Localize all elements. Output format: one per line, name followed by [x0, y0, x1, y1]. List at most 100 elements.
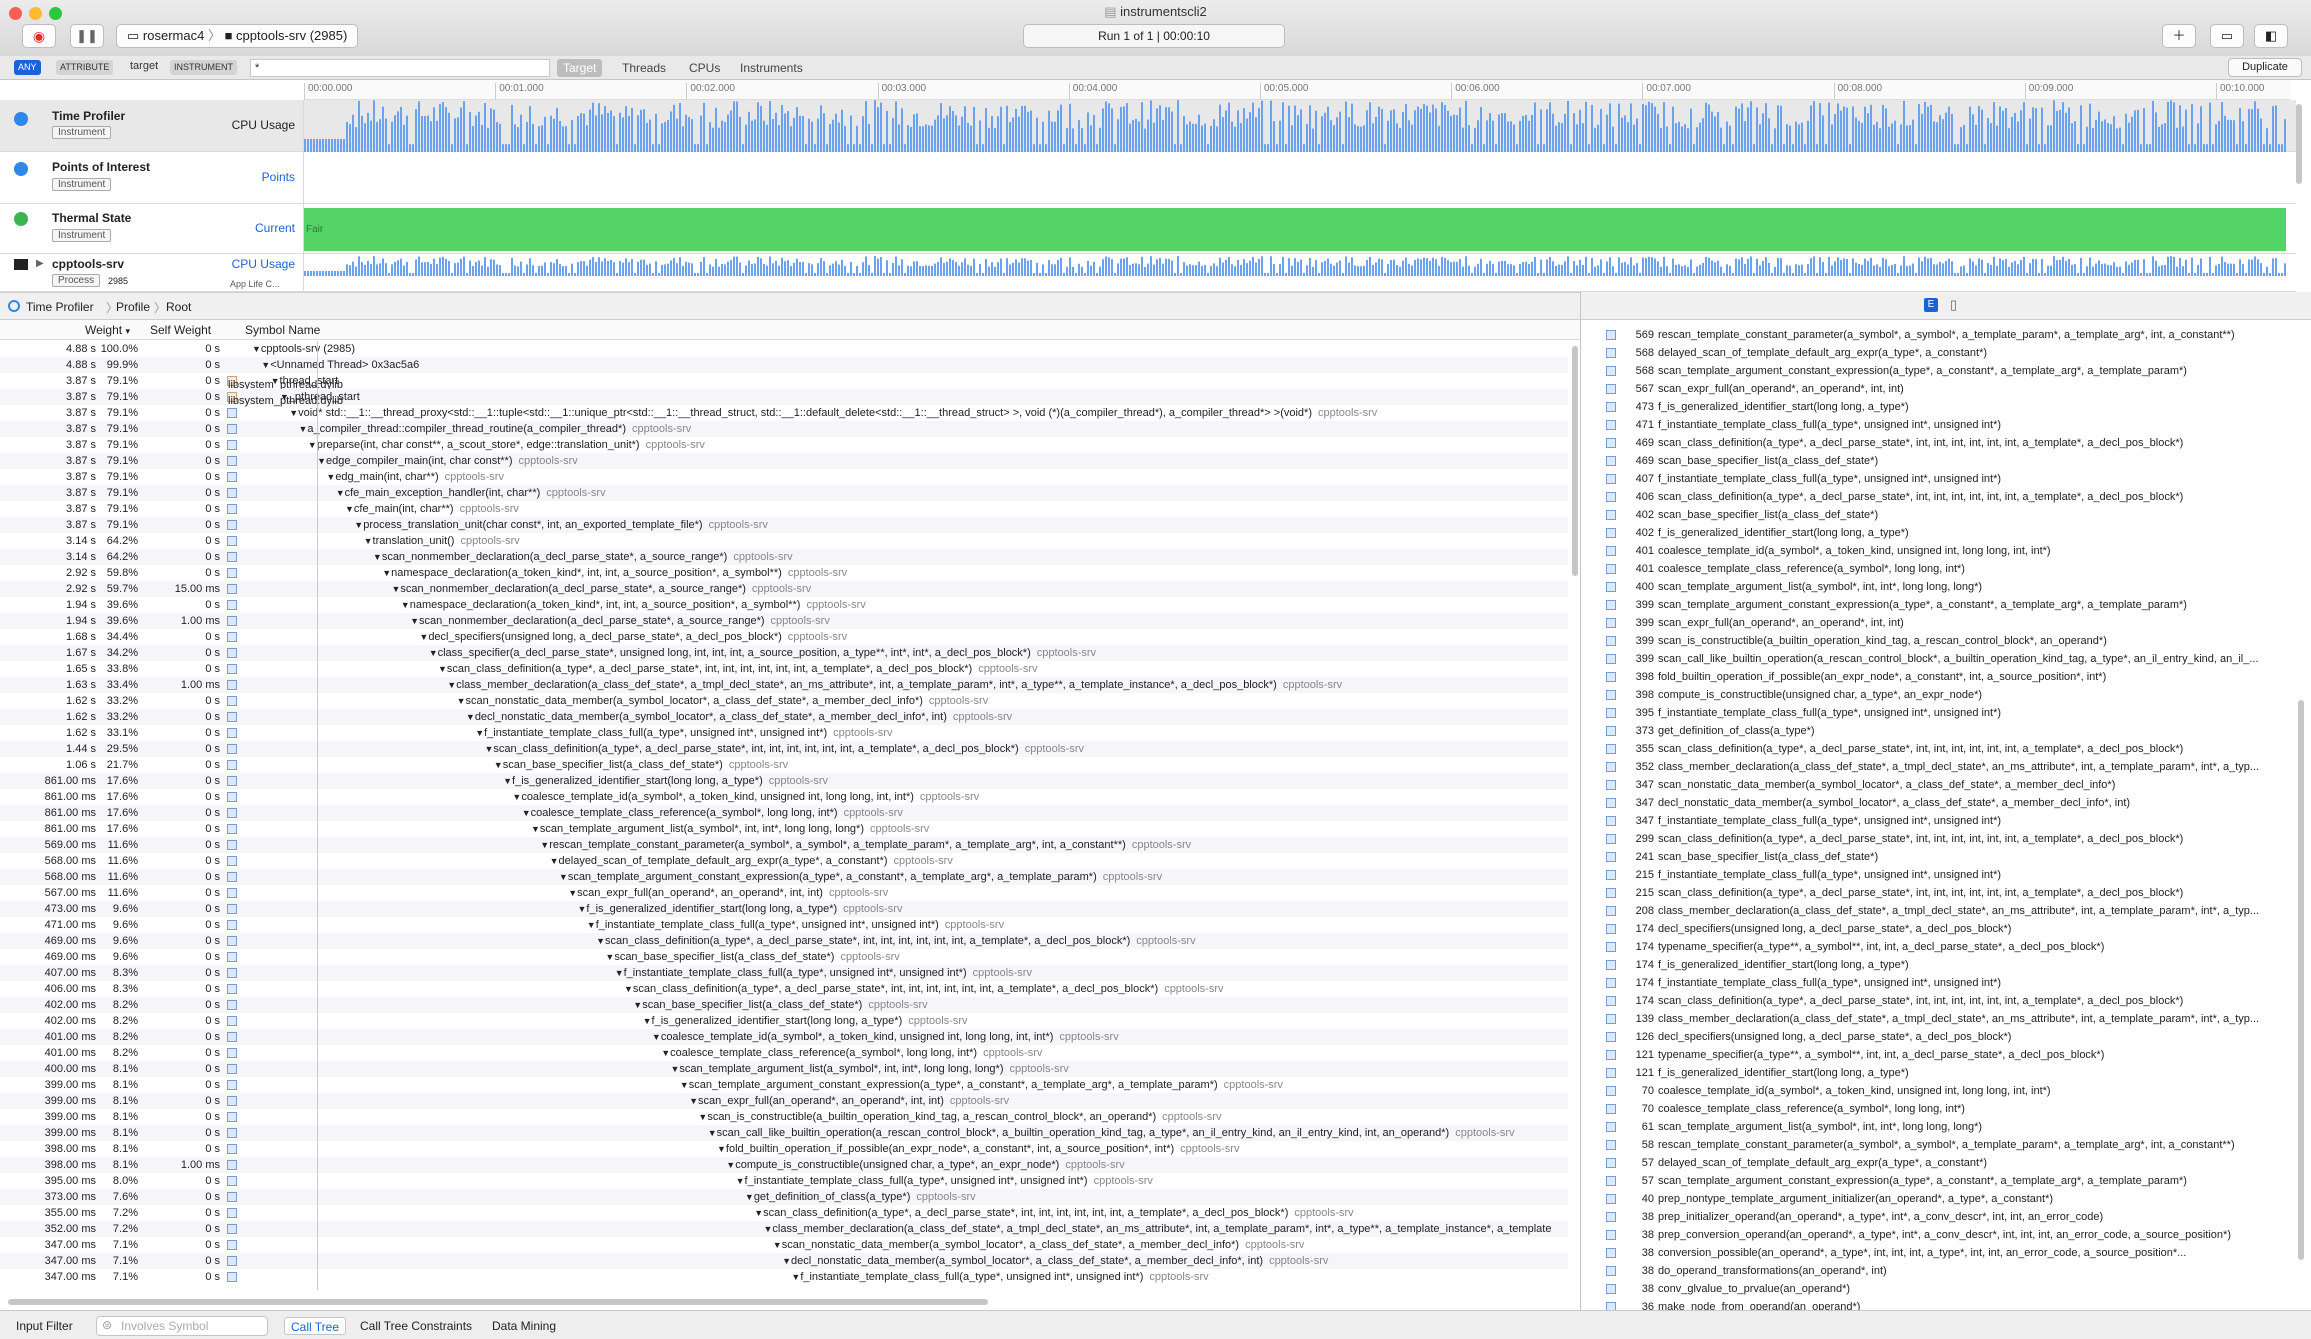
disclosure-triangle-icon[interactable]: ▼: [429, 648, 438, 658]
stack-frame[interactable]: 174 f_is_generalized_identifier_start(lon…: [1600, 956, 2288, 974]
duplicate-button[interactable]: Duplicate: [2228, 58, 2302, 77]
disclosure-triangle-icon[interactable]: ▼: [512, 792, 521, 802]
disclosure-triangle-icon[interactable]: ▼: [308, 440, 317, 450]
call-tree-row[interactable]: 1.94 s 39.6% 1.00 ms ▼scan_nonmember_declar…: [0, 613, 1568, 629]
tab-call-tree-constraints[interactable]: Call Tree Constraints: [354, 1317, 478, 1335]
disclosure-triangle-icon[interactable]: ▼: [531, 824, 540, 834]
disclosure-triangle-icon[interactable]: ▼: [568, 888, 577, 898]
call-tree-row[interactable]: 399.00 ms 8.1% 0 s ▼scan_is_constructible(a…: [0, 1109, 1568, 1125]
call-tree-row[interactable]: 861.00 ms 17.6% 0 s ▼coalesce_template_id(a…: [0, 789, 1568, 805]
breadcrumb-root[interactable]: Root: [166, 300, 191, 314]
record-button[interactable]: ◉: [22, 24, 56, 48]
stack-frame[interactable]: 38 conversion_possible(an_operand*, a_typ…: [1600, 1244, 2288, 1262]
stack-frame[interactable]: 174 decl_specifiers(unsigned long, a_decl…: [1600, 920, 2288, 938]
segment-instruments[interactable]: Instruments: [734, 59, 809, 77]
stack-frame[interactable]: 568 delayed_scan_of_template_default_arg_…: [1600, 344, 2288, 362]
stack-frame[interactable]: 399 scan_expr_full(an_operand*, an_operan…: [1600, 614, 2288, 632]
call-tree-row[interactable]: 355.00 ms 7.2% 0 s ▼scan_class_definition(a…: [0, 1205, 1568, 1221]
segment-cpus[interactable]: CPUs: [683, 59, 726, 77]
disclosure-triangle-icon[interactable]: ▼: [782, 1256, 791, 1266]
stack-frame[interactable]: 347 scan_nonstatic_data_member(a_symbol_l…: [1600, 776, 2288, 794]
disclosure-triangle-icon[interactable]: ▼: [382, 568, 391, 578]
call-tree-row[interactable]: 1.62 s 33.2% 0 s ▼decl_nonstatic_data_membe…: [0, 709, 1568, 725]
target-selector[interactable]: ▭ rosermac4 〉 ■ cpptools-srv (2985): [116, 24, 359, 48]
involves-symbol-input[interactable]: ⊜ Involves Symbol: [96, 1316, 268, 1336]
stack-frame[interactable]: 347 decl_nonstatic_data_member(a_symbol_l…: [1600, 794, 2288, 812]
stack-frame[interactable]: 399 scan_call_like_builtin_operation(a_re…: [1600, 650, 2288, 668]
call-tree-row[interactable]: 861.00 ms 17.6% 0 s ▼coalesce_template_clas…: [0, 805, 1568, 821]
call-tree-hscrollbar[interactable]: [8, 1299, 988, 1305]
call-tree-row[interactable]: 3.14 s 64.2% 0 s ▼translation_unit() cpptool…: [0, 533, 1568, 549]
call-tree-row[interactable]: 3.87 s 79.1% 0 s ▼edge_compiler_main(int, c…: [0, 453, 1568, 469]
call-tree-row[interactable]: 352.00 ms 7.2% 0 s ▼class_member_declaratio…: [0, 1221, 1568, 1237]
tab-data-mining[interactable]: Data Mining: [486, 1317, 562, 1335]
split-divider[interactable]: [1580, 292, 1581, 1339]
call-tree-row[interactable]: 3.87 s 79.1% 0 s ▼a_compiler_thread::compil…: [0, 421, 1568, 437]
call-tree-row[interactable]: 347.00 ms 7.1% 0 s ▼decl_nonstatic_data_mem…: [0, 1253, 1568, 1269]
stack-scrollbar[interactable]: [2298, 700, 2304, 1260]
call-tree-row[interactable]: 473.00 ms 9.6% 0 s ▼f_is_generalized_identi…: [0, 901, 1568, 917]
stack-frame[interactable]: 469 scan_base_specifier_list(a_class_def_…: [1600, 452, 2288, 470]
stack-frame[interactable]: 174 f_instantiate_template_class_full(a_t…: [1600, 974, 2288, 992]
call-tree-row[interactable]: 3.87 s 79.1% 0 s ▼cfe_main_exception_handle…: [0, 485, 1568, 501]
disclosure-triangle-icon[interactable]: ▼: [364, 536, 373, 546]
segment-threads[interactable]: Threads: [616, 59, 672, 77]
breadcrumb-time-profiler[interactable]: Time Profiler: [26, 300, 94, 314]
stack-frame[interactable]: 568 scan_template_argument_constant_expre…: [1600, 362, 2288, 380]
call-tree-row[interactable]: 347.00 ms 7.1% 0 s ▼f_instantiate_template_…: [0, 1269, 1568, 1285]
breadcrumb-profile[interactable]: Profile: [116, 300, 150, 314]
disclosure-triangle-icon[interactable]: ▼: [708, 1128, 717, 1138]
time-ruler[interactable]: 00:00.000 00:01.000 00:02.000 00:03.000 00:0…: [304, 80, 2290, 100]
call-tree-row[interactable]: 471.00 ms 9.6% 0 s ▼f_instantiate_template_…: [0, 917, 1568, 933]
stack-frame[interactable]: 174 scan_class_definition(a_type*, a_decl…: [1600, 992, 2288, 1010]
stack-frame[interactable]: 471 f_instantiate_template_class_full(a_t…: [1600, 416, 2288, 434]
stack-frame[interactable]: 139 class_member_declaration(a_class_def_…: [1600, 1010, 2288, 1028]
stack-frame[interactable]: 215 scan_class_definition(a_type*, a_decl…: [1600, 884, 2288, 902]
stack-frame[interactable]: 398 fold_builtin_operation_if_possible(an…: [1600, 668, 2288, 686]
call-tree-row[interactable]: 399.00 ms 8.1% 0 s ▼scan_template_argument_…: [0, 1077, 1568, 1093]
disclosure-triangle-icon[interactable]: ▼: [736, 1176, 745, 1186]
call-tree-row[interactable]: 398.00 ms 8.1% 0 s ▼fold_builtin_operation_…: [0, 1141, 1568, 1157]
call-tree-row[interactable]: 1.62 s 33.1% 0 s ▼f_instantiate_template_cl…: [0, 725, 1568, 741]
stack-frame[interactable]: 40 prep_nontype_template_argument_initial…: [1600, 1190, 2288, 1208]
toggle-inspector-button[interactable]: ◧: [2254, 24, 2288, 48]
call-tree-row[interactable]: 1.44 s 29.5% 0 s ▼scan_class_definition(a_t…: [0, 741, 1568, 757]
call-tree-row[interactable]: 3.87 s 79.1% 0 s libsystem_pthread.dylib ▼th…: [0, 373, 1568, 391]
disclosure-triangle-icon[interactable]: ▼: [345, 504, 354, 514]
stack-frame[interactable]: 38 prep_initializer_operand(an_operand*, …: [1600, 1208, 2288, 1226]
disclosure-triangle-icon[interactable]: ▼: [698, 1112, 707, 1122]
disclosure-triangle-icon[interactable]: ▶: [36, 258, 44, 269]
disclosure-triangle-icon[interactable]: ▼: [522, 808, 531, 818]
call-tree-row[interactable]: 1.94 s 39.6% 0 s ▼namespace_declaration(a_t…: [0, 597, 1568, 613]
call-tree-row[interactable]: 3.87 s 79.1% 0 s ▼process_translation_unit(…: [0, 517, 1568, 533]
call-tree-row[interactable]: 4.88 s 99.9% 0 s ▼<Unnamed Thread> 0x3ac5a6: [0, 357, 1568, 373]
stack-frame[interactable]: 402 f_is_generalized_identifier_start(lon…: [1600, 524, 2288, 542]
call-tree-row[interactable]: 569.00 ms 11.6% 0 s ▼rescan_template_consta…: [0, 837, 1568, 853]
disclosure-triangle-icon[interactable]: ▼: [559, 872, 568, 882]
disclosure-triangle-icon[interactable]: ▼: [261, 360, 270, 370]
stack-frame[interactable]: 569 rescan_template_constant_parameter(a_…: [1600, 326, 2288, 344]
attribute-filter-pill[interactable]: ATTRIBUTE: [56, 60, 114, 75]
disclosure-triangle-icon[interactable]: ▼: [643, 1016, 652, 1026]
stack-frame[interactable]: 401 coalesce_template_id(a_symbol*, a_tok…: [1600, 542, 2288, 560]
call-tree-row[interactable]: 399.00 ms 8.1% 0 s ▼scan_expr_full(an_opera…: [0, 1093, 1568, 1109]
pause-button[interactable]: ❚❚: [70, 24, 104, 48]
stack-frame[interactable]: 347 f_instantiate_template_class_full(a_t…: [1600, 812, 2288, 830]
stack-frame[interactable]: 57 scan_template_argument_constant_expres…: [1600, 1172, 2288, 1190]
call-tree-row[interactable]: 1.68 s 34.4% 0 s ▼decl_specifiers(unsigned …: [0, 629, 1568, 645]
disclosure-triangle-icon[interactable]: ▼: [373, 552, 382, 562]
any-filter-pill[interactable]: ANY: [14, 60, 41, 75]
stack-frame[interactable]: 121 f_is_generalized_identifier_start(lon…: [1600, 1064, 2288, 1082]
disclosure-triangle-icon[interactable]: ▼: [596, 936, 605, 946]
call-tree-row[interactable]: 568.00 ms 11.6% 0 s ▼delayed_scan_of_templa…: [0, 853, 1568, 869]
disclosure-triangle-icon[interactable]: ▼: [326, 472, 335, 482]
call-tree-row[interactable]: 568.00 ms 11.6% 0 s ▼scan_template_argument…: [0, 869, 1568, 885]
tracks-scrollbar[interactable]: [2296, 104, 2302, 184]
stack-frame[interactable]: 126 decl_specifiers(unsigned long, a_decl…: [1600, 1028, 2288, 1046]
call-tree-row[interactable]: 399.00 ms 8.1% 0 s ▼scan_call_like_builtin_…: [0, 1125, 1568, 1141]
stack-frame[interactable]: 174 typename_specifier(a_type**, a_symbol…: [1600, 938, 2288, 956]
disclosure-triangle-icon[interactable]: ▼: [773, 1240, 782, 1250]
disclosure-triangle-icon[interactable]: ▼: [466, 712, 475, 722]
call-tree-row[interactable]: 2.92 s 59.8% 0 s ▼namespace_declaration(a_t…: [0, 565, 1568, 581]
disclosure-triangle-icon[interactable]: ▼: [605, 952, 614, 962]
